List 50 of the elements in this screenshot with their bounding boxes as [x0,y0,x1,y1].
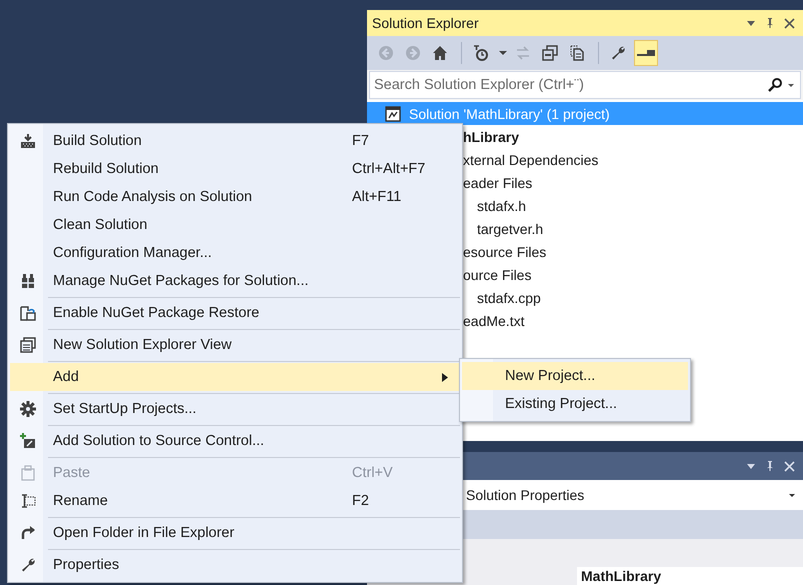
source-control-icon [20,433,36,449]
search-icon [767,77,783,93]
curved-arrow-icon [20,525,36,541]
shortcut-text: Ctrl+Alt+F7 [352,161,426,177]
clock-icon [473,45,491,61]
wrench-icon [20,557,36,573]
menu-item[interactable]: New Solution Explorer View [10,331,460,359]
shortcut-text: F7 [352,133,370,149]
files-icon [569,45,587,61]
preview-button[interactable] [634,40,658,66]
menu-item[interactable]: Manage NuGet Packages for Solution... [10,267,460,295]
submenu-item[interactable]: Existing Project... [462,390,688,418]
build-icon [20,133,36,149]
home-icon [432,45,450,61]
search-field[interactable]: Search Solution Explorer (Ctrl+¨) [369,71,801,99]
close-icon [784,18,795,28]
forward-icon [405,45,423,61]
rename-icon [20,493,36,509]
menu-item[interactable]: Rebuild Solution Ctrl+Alt+F7 [10,155,460,183]
collapse-icon [542,45,560,61]
menu-item[interactable]: Build Solution F7 [10,127,460,155]
menu-item[interactable]: Add Solution to Source Control... [10,427,460,455]
caret-icon [499,51,507,55]
property-value: MathLibrary [577,567,803,585]
back-icon [378,45,396,61]
submenu-arrow-icon [442,372,448,382]
dropdown-icon [746,461,756,471]
pin-icon [765,17,775,29]
menu-item[interactable]: Run Code Analysis on Solution Alt+F11 [10,183,460,211]
close-icon [784,460,795,472]
clipboard-icon [20,465,36,481]
gear-icon [20,401,36,417]
menu-item[interactable]: Set StartUp Projects... [10,395,460,423]
menu-item[interactable]: Enable NuGet Package Restore [10,299,460,327]
shortcut-text: Alt+F11 [352,189,402,205]
dropdown-icon [746,18,756,28]
window-icon [20,337,36,353]
menu-item[interactable]: Open Folder in File Explorer [10,519,460,547]
menu-item[interactable]: Clean Solution [10,211,460,239]
shortcut-text: F2 [352,493,370,509]
pin-icon [765,460,775,472]
package-icon [20,273,36,289]
shortcut-text: Ctrl+V [352,465,394,481]
restore-icon [20,305,36,321]
menu-item[interactable]: Add [10,363,460,391]
menu-item[interactable]: Configuration Manager... [10,239,460,267]
panel-title: Solution Explorer [372,15,480,31]
solution-icon [385,106,401,122]
menu-item[interactable]: Properties [10,551,460,579]
submenu-item[interactable]: New Project... [462,362,688,390]
